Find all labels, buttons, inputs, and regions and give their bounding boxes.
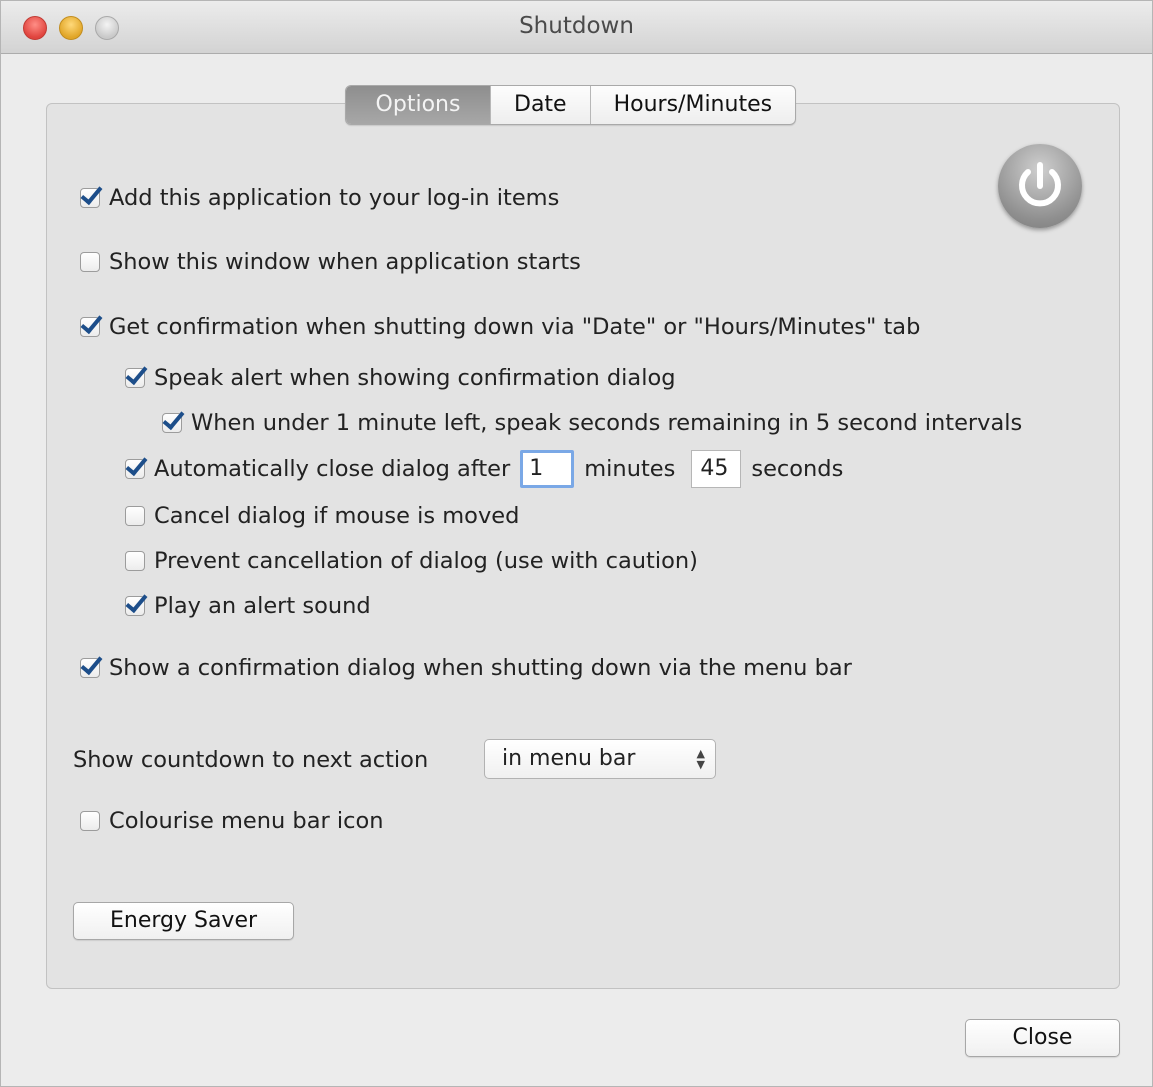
options-panel — [46, 103, 1120, 989]
show-window-option[interactable]: Show this window when application starts — [80, 249, 581, 275]
close-button[interactable]: Close — [965, 1019, 1120, 1057]
countdown-selected-value: in menu bar — [502, 746, 636, 771]
speak-alert-option[interactable]: Speak alert when showing confirmation di… — [125, 365, 676, 391]
prevent-cancel-checkbox[interactable] — [125, 551, 145, 571]
play-sound-label: Play an alert sound — [154, 593, 371, 619]
select-arrows-icon: ▲ ▼ — [696, 747, 705, 771]
countdown-row: Show countdown to next action — [73, 747, 428, 773]
energy-saver-button[interactable]: Energy Saver — [73, 902, 294, 940]
cancel-mouse-checkbox[interactable] — [125, 506, 145, 526]
menu-confirmation-label: Show a confirmation dialog when shutting… — [109, 655, 852, 681]
tab-bar: Options Date Hours/Minutes — [345, 85, 797, 125]
tab-hours-minutes[interactable]: Hours/Minutes — [589, 86, 795, 124]
prevent-cancel-option[interactable]: Prevent cancellation of dialog (use with… — [125, 548, 698, 574]
shutdown-window: Shutdown Options Date Hours/Minutes Add … — [0, 0, 1153, 1087]
cancel-mouse-label: Cancel dialog if mouse is moved — [154, 503, 520, 529]
speak-seconds-label: When under 1 minute left, speak seconds … — [191, 410, 1023, 436]
speak-seconds-option[interactable]: When under 1 minute left, speak seconds … — [162, 410, 1022, 436]
show-window-label: Show this window when application starts — [109, 249, 581, 275]
speak-alert-label: Speak alert when showing confirmation di… — [154, 365, 676, 391]
colourise-checkbox[interactable] — [80, 811, 100, 831]
get-confirmation-label: Get confirmation when shutting down via … — [109, 314, 921, 340]
seconds-label: seconds — [751, 456, 844, 482]
minutes-label: minutes — [584, 456, 676, 482]
countdown-label: Show countdown to next action — [73, 747, 429, 773]
speak-alert-checkbox[interactable] — [125, 368, 145, 388]
tab-options[interactable]: Options — [346, 86, 490, 124]
auto-close-option[interactable]: Automatically close dialog after 1 minut… — [125, 450, 843, 488]
colourise-option[interactable]: Colourise menu bar icon — [80, 808, 384, 834]
speak-seconds-checkbox[interactable] — [162, 413, 182, 433]
auto-close-label: Automatically close dialog after — [154, 456, 511, 482]
show-window-checkbox[interactable] — [80, 252, 100, 272]
login-items-label: Add this application to your log-in item… — [109, 185, 560, 211]
menu-confirmation-checkbox[interactable] — [80, 658, 100, 678]
colourise-label: Colourise menu bar icon — [109, 808, 384, 834]
play-sound-checkbox[interactable] — [125, 596, 145, 616]
get-confirmation-checkbox[interactable] — [80, 317, 100, 337]
countdown-select[interactable]: in menu bar ▲ ▼ — [484, 739, 716, 779]
window-title: Shutdown — [519, 13, 634, 39]
get-confirmation-option[interactable]: Get confirmation when shutting down via … — [80, 314, 920, 340]
prevent-cancel-label: Prevent cancellation of dialog (use with… — [154, 548, 698, 574]
power-icon — [998, 144, 1082, 228]
seconds-input[interactable]: 45 — [691, 450, 742, 488]
minutes-input[interactable]: 1 — [520, 450, 575, 488]
power-symbol-icon — [1019, 162, 1061, 207]
tab-date[interactable]: Date — [490, 86, 590, 124]
auto-close-checkbox[interactable] — [125, 459, 145, 479]
title-bar[interactable]: Shutdown — [1, 1, 1152, 54]
menu-confirmation-option[interactable]: Show a confirmation dialog when shutting… — [80, 655, 852, 681]
login-items-option[interactable]: Add this application to your log-in item… — [80, 185, 559, 211]
play-sound-option[interactable]: Play an alert sound — [125, 593, 371, 619]
login-items-checkbox[interactable] — [80, 188, 100, 208]
cancel-mouse-option[interactable]: Cancel dialog if mouse is moved — [125, 503, 519, 529]
